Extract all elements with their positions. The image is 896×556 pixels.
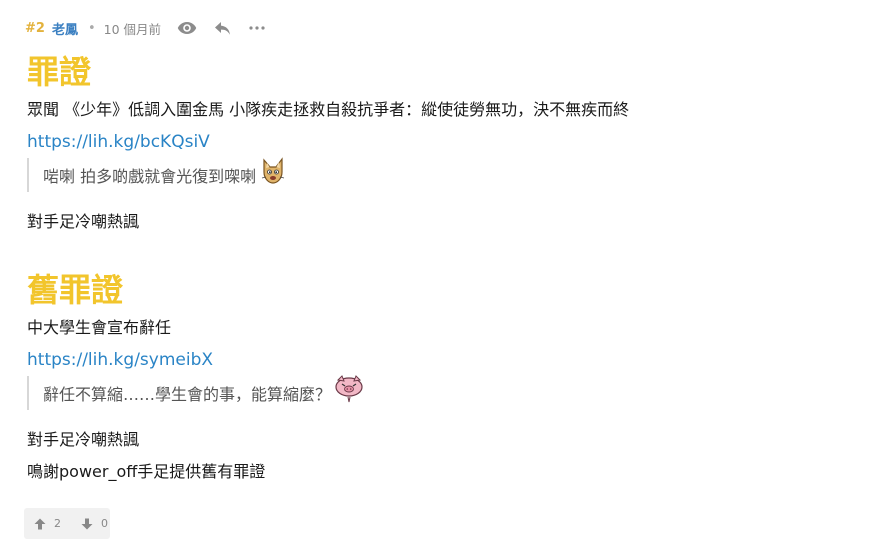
headline-text: 眾聞 《少年》低調入圍金馬 小隊疾走拯救自殺抗爭者：縱使徒勞無功，決不無疾而終 bbox=[27, 100, 630, 119]
upvote-button[interactable]: 2 bbox=[24, 508, 61, 539]
vote-bar: 2 0 bbox=[24, 508, 110, 539]
post: #2 老鳳 • 10 個月前 罪證 眾聞 《少年》低調入圍金馬 小隊疾走拯救自殺… bbox=[0, 0, 896, 556]
post-content: 罪證 眾聞 《少年》低調入圍金馬 小隊疾走拯救自殺抗爭者：縱使徒勞無功，決不無疾… bbox=[27, 50, 877, 488]
thumb-down-icon bbox=[81, 518, 93, 530]
headline-text: 中大學生會宣布辭任 bbox=[27, 318, 172, 337]
quote-block: 啱喇 拍多啲戲就會光復到㗎喇 bbox=[27, 156, 877, 192]
reply-icon[interactable] bbox=[210, 16, 234, 40]
eye-icon[interactable] bbox=[175, 16, 199, 40]
quote-text: 啱喇 拍多啲戲就會光復到㗎喇 bbox=[43, 167, 257, 186]
section-title-evidence: 罪證 bbox=[27, 53, 92, 91]
thanks-text: 鳴謝power_off手足提供舊有罪證 bbox=[27, 462, 266, 481]
comment-text: 對手足冷嘲熱諷 bbox=[27, 430, 140, 449]
section-title-old-evidence: 舊罪證 bbox=[27, 271, 124, 309]
post-header: #2 老鳳 • 10 個月前 bbox=[25, 14, 269, 42]
quote-block: 辭任不算縮……學生會的事，能算縮麼？ bbox=[27, 374, 877, 410]
separator-dot: • bbox=[87, 20, 96, 36]
author-name[interactable]: 老鳳 bbox=[52, 19, 78, 38]
more-icon[interactable] bbox=[245, 16, 269, 40]
downvote-count: 0 bbox=[101, 517, 108, 530]
quote-text: 辭任不算縮……學生會的事，能算縮麼？ bbox=[43, 385, 332, 404]
post-time: 10 個月前 bbox=[103, 21, 162, 37]
floor-number[interactable]: #2 bbox=[25, 21, 45, 36]
thumb-up-icon bbox=[34, 518, 46, 530]
evidence-link[interactable]: https://lih.kg/bcKQsiV bbox=[27, 126, 877, 158]
fox-emoji-icon bbox=[258, 156, 288, 186]
old-evidence-link[interactable]: https://lih.kg/symeibX bbox=[27, 344, 877, 376]
upvote-count: 2 bbox=[54, 517, 61, 530]
downvote-button[interactable]: 0 bbox=[61, 508, 108, 539]
comment-text: 對手足冷嘲熱諷 bbox=[27, 212, 140, 231]
pig-emoji-icon bbox=[333, 374, 363, 404]
